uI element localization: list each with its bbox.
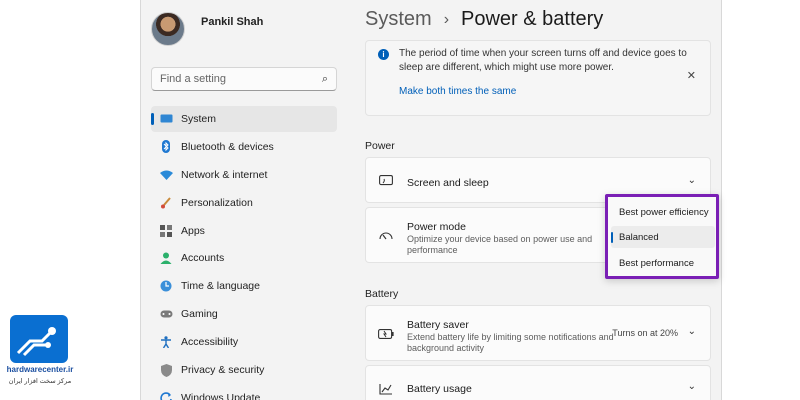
breadcrumb: System › Power & battery: [365, 8, 603, 31]
sidebar-item-label: Gaming: [181, 308, 218, 321]
search-icon[interactable]: ⌕: [322, 73, 328, 86]
power-mode-title: Power mode: [407, 221, 466, 233]
sidebar-item-label: Personalization: [181, 196, 253, 209]
option-best-performance[interactable]: Best performance: [611, 252, 715, 274]
page-title: Power & battery: [461, 8, 604, 30]
chevron-down-icon[interactable]: ⌄: [688, 175, 696, 186]
battery-usage-title: Battery usage: [407, 383, 472, 395]
sidebar-item-personalization[interactable]: Personalization: [151, 190, 337, 216]
close-icon[interactable]: ✕: [687, 69, 696, 82]
sidebar-item-time-language[interactable]: Time & language: [151, 273, 337, 299]
option-balanced[interactable]: Balanced: [611, 226, 715, 248]
chevron-down-icon[interactable]: ⌄: [688, 381, 696, 392]
update-icon: [159, 391, 173, 400]
shield-icon: [159, 363, 173, 377]
sidebar-item-label: Bluetooth & devices: [181, 140, 274, 153]
sidebar-item-gaming[interactable]: Gaming: [151, 301, 337, 327]
wifi-icon: [159, 168, 173, 182]
accessibility-icon: [159, 335, 173, 349]
logo-tagline: مرکز سخت افزار ایران: [8, 378, 72, 385]
sidebar-item-accounts[interactable]: Accounts: [151, 245, 337, 271]
user-profile[interactable]: Pankil Shah: [151, 12, 263, 46]
gamepad-icon: [159, 307, 173, 321]
brush-icon: [159, 196, 173, 210]
battery-saver-title: Battery saver: [407, 319, 469, 331]
person-icon: [159, 251, 173, 265]
breadcrumb-separator: ›: [443, 10, 450, 28]
sidebar-item-label: Network & internet: [181, 168, 268, 181]
power-mode-dropdown[interactable]: Best power efficiency Balanced Best perf…: [605, 194, 719, 279]
sidebar-item-privacy[interactable]: Privacy & security: [151, 357, 337, 383]
sidebar-item-label: Apps: [181, 224, 205, 237]
battery-saver-card[interactable]: Battery saver Extend battery life by lim…: [365, 305, 711, 361]
option-best-power-efficiency[interactable]: Best power efficiency: [611, 201, 715, 223]
hardwarecenter-logo: hardwarecenter.ir مرکز سخت افزار ایران: [5, 315, 75, 395]
sidebar-nav: System Bluetooth & devices Network & int…: [151, 106, 337, 400]
logo-mark: [10, 315, 68, 363]
bluetooth-icon: [159, 140, 173, 154]
battery-usage-icon: [378, 381, 394, 397]
info-text: The period of time when your screen turn…: [399, 48, 687, 73]
sidebar-item-windows-update[interactable]: Windows Update: [151, 385, 337, 400]
apps-icon: [159, 224, 173, 238]
sidebar-item-label: Accessibility: [181, 336, 239, 349]
battery-saver-icon: [378, 326, 394, 342]
sidebar-item-label: Privacy & security: [181, 364, 265, 377]
search-box[interactable]: ⌕: [151, 67, 337, 91]
globe-clock-icon: [159, 279, 173, 293]
breadcrumb-parent[interactable]: System: [365, 8, 432, 31]
sidebar-item-apps[interactable]: Apps: [151, 218, 337, 244]
sidebar-item-label: Time & language: [181, 280, 260, 293]
info-icon: i: [378, 49, 389, 60]
battery-section-title: Battery: [365, 288, 399, 300]
sidebar-item-system[interactable]: System: [151, 106, 337, 132]
sidebar-item-label: Windows Update: [181, 391, 261, 400]
avatar: [151, 12, 185, 46]
chevron-down-icon[interactable]: ⌄: [688, 326, 696, 337]
search-input[interactable]: [160, 73, 322, 85]
sidebar-item-accessibility[interactable]: Accessibility: [151, 329, 337, 355]
monitor-icon: [159, 112, 173, 126]
battery-saver-description: Extend battery life by limiting some not…: [407, 332, 614, 353]
info-banner: i The period of time when your screen tu…: [365, 40, 711, 116]
sidebar-item-label: System: [181, 113, 217, 125]
make-times-same-link[interactable]: Make both times the same: [399, 86, 516, 97]
power-mode-description: Optimize your device based on power use …: [407, 234, 593, 255]
battery-usage-card[interactable]: Battery usage ⌄: [365, 365, 711, 400]
screen-sleep-icon: [378, 173, 394, 189]
sidebar-item-network[interactable]: Network & internet: [151, 162, 337, 188]
profile-name: Pankil Shah: [201, 16, 264, 28]
logo-brand: hardwarecenter.ir: [6, 365, 74, 374]
sidebar-item-bluetooth[interactable]: Bluetooth & devices: [151, 134, 337, 160]
power-mode-icon: [378, 228, 394, 244]
sidebar-item-label: Accounts: [181, 252, 225, 265]
battery-saver-status: Turns on at 20%: [612, 328, 678, 338]
screen-sleep-title: Screen and sleep: [407, 177, 489, 189]
power-section-title: Power: [365, 140, 395, 152]
